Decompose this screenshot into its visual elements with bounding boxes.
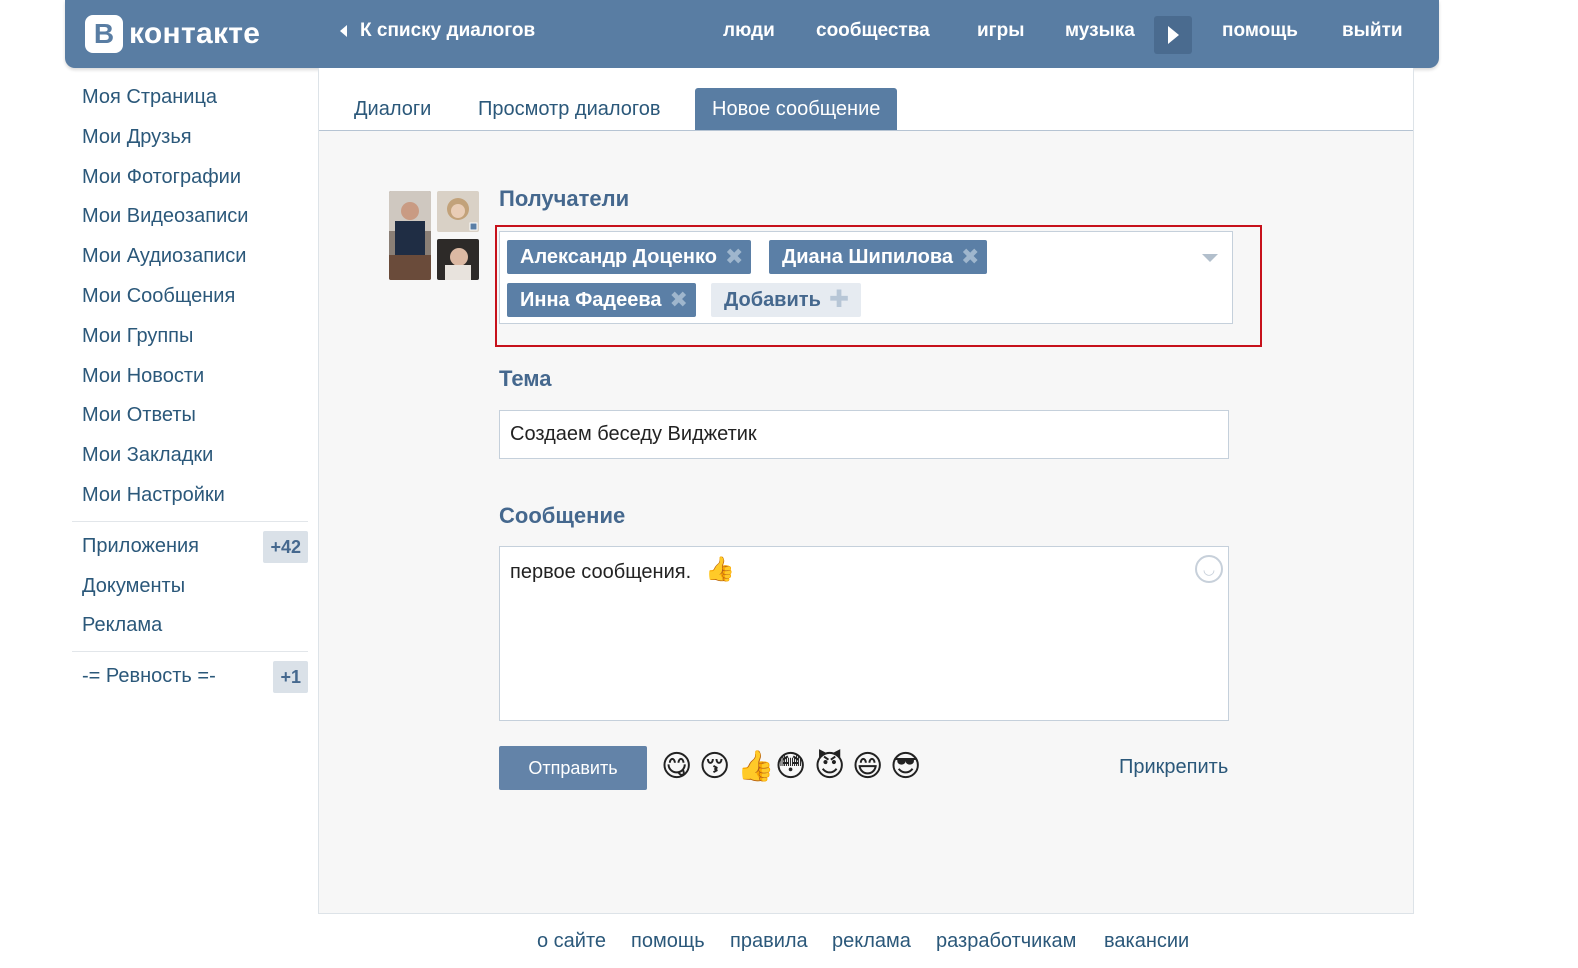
remove-icon[interactable]: ✖ — [670, 283, 688, 317]
tab-new-message[interactable]: Новое сообщение — [695, 88, 898, 130]
sidebar-item-my-page[interactable]: Моя Страница — [72, 78, 308, 118]
footer-link-ads[interactable]: реклама — [832, 930, 911, 953]
recipients-field[interactable]: Александр Доценко ✖ Диана Шипилова ✖ Инн… — [499, 231, 1233, 324]
sidebar-item-label: -= Ревность =- — [82, 665, 216, 688]
recipient-name: Александр Доценко — [520, 246, 717, 268]
sidebar-item-answers[interactable]: Мои Ответы — [72, 396, 308, 436]
sidebar-item-messages[interactable]: Мои Сообщения — [72, 277, 308, 317]
message-textarea[interactable]: первое сообщения. 👍 ◡ — [499, 546, 1229, 721]
tab-dialogs[interactable]: Диалоги — [354, 88, 431, 130]
flushed-emoji-icon[interactable]: 😳 — [775, 750, 806, 784]
recipient-chip[interactable]: Инна Фадеева ✖ — [507, 283, 696, 317]
sidebar-item-news[interactable]: Мои Новости — [72, 357, 308, 397]
chevron-down-icon[interactable] — [1202, 254, 1218, 262]
nav-help[interactable]: помощь — [1222, 20, 1298, 42]
sidebar-divider — [72, 520, 308, 522]
back-to-dialogs-link[interactable]: К списку диалогов — [340, 20, 535, 42]
back-link-label: К списку диалогов — [360, 20, 536, 41]
recipient-name: Диана Шипилова — [782, 246, 954, 268]
attach-link[interactable]: Прикрепить — [1119, 756, 1228, 779]
message-label: Сообщение — [499, 503, 626, 528]
remove-icon[interactable]: ✖ — [725, 240, 743, 274]
content-panel: Диалоги Просмотр диалогов Новое сообщени… — [318, 68, 1414, 914]
tabs-bar: Диалоги Просмотр диалогов Новое сообщени… — [319, 68, 1413, 131]
plus-icon: ✚ — [828, 286, 849, 313]
logo-badge: В — [85, 15, 123, 53]
remove-icon[interactable]: ✖ — [961, 240, 979, 274]
sunglasses-emoji-icon[interactable]: 😎 — [890, 750, 921, 784]
footer-link-help[interactable]: помощь — [631, 930, 705, 953]
recipient-chip[interactable]: Александр Доценко ✖ — [507, 240, 752, 274]
sidebar-item-audio[interactable]: Мои Аудиозаписи — [72, 237, 308, 277]
footer-link-about[interactable]: о сайте — [537, 930, 606, 953]
logo-text: контакте — [129, 17, 261, 50]
apps-count-badge: +42 — [263, 530, 308, 563]
add-recipient-label: Добавить — [724, 289, 821, 311]
footer-link-jobs[interactable]: вакансии — [1104, 930, 1189, 953]
sidebar-item-apps[interactable]: Приложения +42 — [72, 527, 308, 567]
nav-music[interactable]: музыка — [1065, 20, 1135, 42]
grin-emoji-icon[interactable]: 😄 — [852, 750, 883, 784]
add-recipient-button[interactable]: Добавить ✚ — [711, 283, 861, 317]
message-text: первое сообщения. — [510, 561, 692, 583]
avatar — [437, 191, 479, 232]
subject-label: Тема — [499, 366, 552, 391]
sidebar-item-groups[interactable]: Мои Группы — [72, 317, 308, 357]
music-play-button[interactable] — [1154, 16, 1192, 54]
nav-communities[interactable]: сообщества — [816, 20, 930, 42]
send-button[interactable]: Отправить — [499, 746, 647, 790]
subject-input[interactable]: Создаем беседу Виджетик — [499, 410, 1229, 459]
sidebar-item-bookmarks[interactable]: Мои Закладки — [72, 436, 308, 476]
avatar — [389, 191, 431, 280]
sidebar-item-videos[interactable]: Мои Видеозаписи — [72, 197, 308, 237]
nav-logout[interactable]: выйти — [1342, 20, 1403, 42]
footer: о сайте помощь правила реклама разработч… — [0, 930, 1578, 954]
vk-logo[interactable]: В контакте — [85, 14, 260, 54]
sidebar-item-label: Приложения — [82, 534, 200, 557]
left-sidebar: Моя Страница Мои Друзья Мои Фотографии М… — [72, 78, 308, 697]
avatar — [437, 239, 479, 280]
thumbs-up-emoji-icon[interactable]: 👍 — [737, 750, 774, 784]
thumbs-up-icon: 👍 — [705, 556, 735, 583]
sidebar-item-settings[interactable]: Мои Настройки — [72, 476, 308, 516]
recipients-label: Получатели — [499, 186, 630, 211]
back-arrow-icon — [340, 25, 347, 37]
nav-people[interactable]: люди — [723, 20, 775, 42]
sidebar-item-friends[interactable]: Мои Друзья — [72, 118, 308, 158]
sidebar-item-group-jealousy[interactable]: -= Ревность =- +1 — [72, 657, 308, 697]
kiss-emoji-icon[interactable]: 😚 — [699, 750, 730, 784]
sidebar-item-photos[interactable]: Мои Фотографии — [72, 158, 308, 198]
footer-link-developers[interactable]: разработчикам — [936, 930, 1076, 953]
footer-link-rules[interactable]: правила — [730, 930, 808, 953]
sidebar-item-ads[interactable]: Реклама — [72, 606, 308, 646]
sidebar-item-documents[interactable]: Документы — [72, 567, 308, 607]
top-header: В контакте К списку диалогов люди сообще… — [65, 0, 1439, 68]
recipient-chip[interactable]: Диана Шипилова ✖ — [769, 240, 988, 274]
nav-games[interactable]: игры — [977, 20, 1024, 42]
sidebar-divider — [72, 651, 308, 653]
play-icon — [1168, 26, 1179, 44]
smiley-icon[interactable]: ◡ — [1195, 555, 1223, 583]
devil-emoji-icon[interactable]: 😈 — [814, 750, 845, 784]
yum-emoji-icon[interactable]: 😋 — [661, 750, 692, 784]
recipient-name: Инна Фадеева — [520, 289, 662, 311]
tab-view-dialogs[interactable]: Просмотр диалогов — [478, 88, 660, 130]
group-count-badge: +1 — [273, 661, 308, 694]
